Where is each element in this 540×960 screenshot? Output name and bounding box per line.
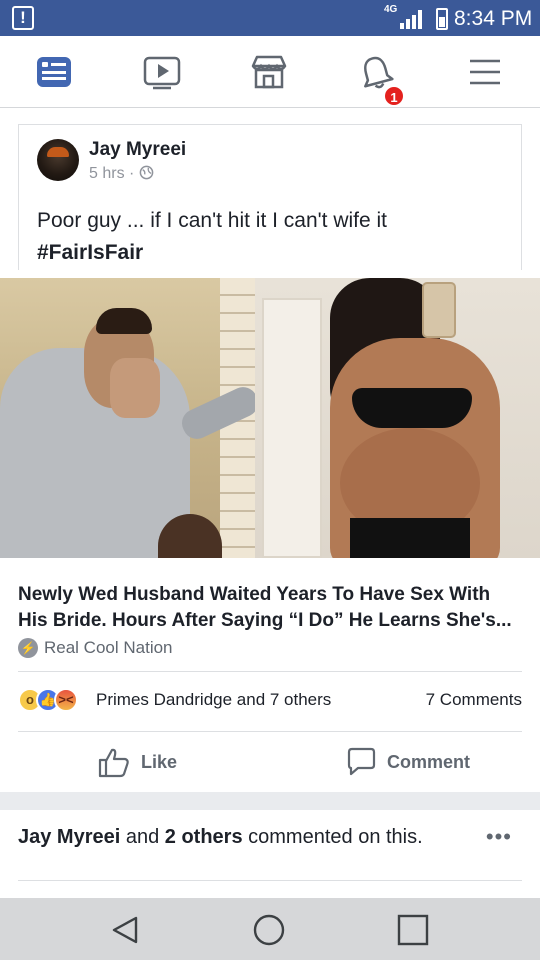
status-bar: ! 4G 8:34 PM: [0, 0, 540, 36]
marketplace-icon[interactable]: [247, 50, 291, 94]
comment-label: Comment: [387, 751, 471, 772]
back-icon[interactable]: [108, 912, 144, 948]
globe-icon: [139, 165, 154, 180]
post-author[interactable]: Jay Myreei: [89, 139, 186, 161]
activity-text: Jay Myreei and 2 others commented on thi…: [18, 826, 423, 849]
post-time[interactable]: 5 hrs: [89, 165, 125, 182]
activity-name-1[interactable]: Jay Myreei: [18, 826, 120, 848]
shared-post-card: Jay Myreei 5 hrs · Poor guy ... if I can…: [18, 124, 522, 270]
link-source-name: Real Cool Nation: [44, 638, 173, 657]
more-options-icon[interactable]: •••: [486, 826, 512, 848]
signal-icon: [400, 9, 426, 29]
top-nav-bar: 1: [0, 36, 540, 108]
reactions-summary[interactable]: o 👍 >< Primes Dandridge and 7 others 7 C…: [18, 686, 522, 716]
meta-separator: ·: [129, 165, 135, 182]
system-nav-bar: [0, 898, 540, 960]
avatar[interactable]: [37, 139, 79, 181]
link-source: ⚡ Real Cool Nation: [18, 638, 173, 658]
activity-suffix: commented on this.: [242, 826, 423, 848]
home-icon[interactable]: [251, 912, 287, 948]
post-actions: Like Comment: [0, 732, 540, 792]
post-meta: 5 hrs ·: [89, 165, 154, 183]
feed-separator: [0, 792, 540, 810]
hashtag-link[interactable]: #FairIsFair: [37, 237, 507, 269]
reactors-text[interactable]: Primes Dandridge and 7 others: [96, 690, 331, 710]
notification-badge: 1: [383, 85, 405, 107]
battery-icon: [436, 8, 448, 30]
thumbs-up-icon: [98, 748, 129, 778]
comment-button[interactable]: Comment: [345, 746, 470, 778]
clock: 8:34 PM: [454, 7, 533, 30]
menu-icon[interactable]: [463, 50, 507, 94]
angry-reaction-icon: ><: [54, 688, 78, 712]
post-text: Poor guy ... if I can't hit it I can't w…: [37, 205, 507, 269]
like-label: Like: [141, 751, 178, 772]
watch-icon[interactable]: [140, 50, 184, 94]
divider: [18, 880, 522, 881]
comment-icon: [347, 747, 376, 776]
news-feed-icon[interactable]: [32, 50, 76, 94]
divider: [18, 671, 522, 672]
recents-icon[interactable]: [395, 912, 431, 948]
link-title[interactable]: Newly Wed Husband Waited Years To Have S…: [18, 582, 523, 634]
link-preview-image[interactable]: [0, 278, 540, 558]
network-type: 4G: [384, 4, 398, 15]
activity-and: and: [120, 826, 165, 848]
activity-story[interactable]: Jay Myreei and 2 others commented on thi…: [0, 810, 540, 880]
activity-name-2[interactable]: 2 others: [165, 826, 243, 848]
instant-article-bolt-icon: ⚡: [18, 638, 38, 658]
comments-count[interactable]: 7 Comments: [426, 690, 522, 710]
like-button[interactable]: Like: [97, 746, 177, 778]
link-preview[interactable]: Newly Wed Husband Waited Years To Have S…: [0, 558, 540, 670]
alert-icon: !: [12, 6, 34, 30]
post-body: Poor guy ... if I can't hit it I can't w…: [37, 209, 387, 232]
